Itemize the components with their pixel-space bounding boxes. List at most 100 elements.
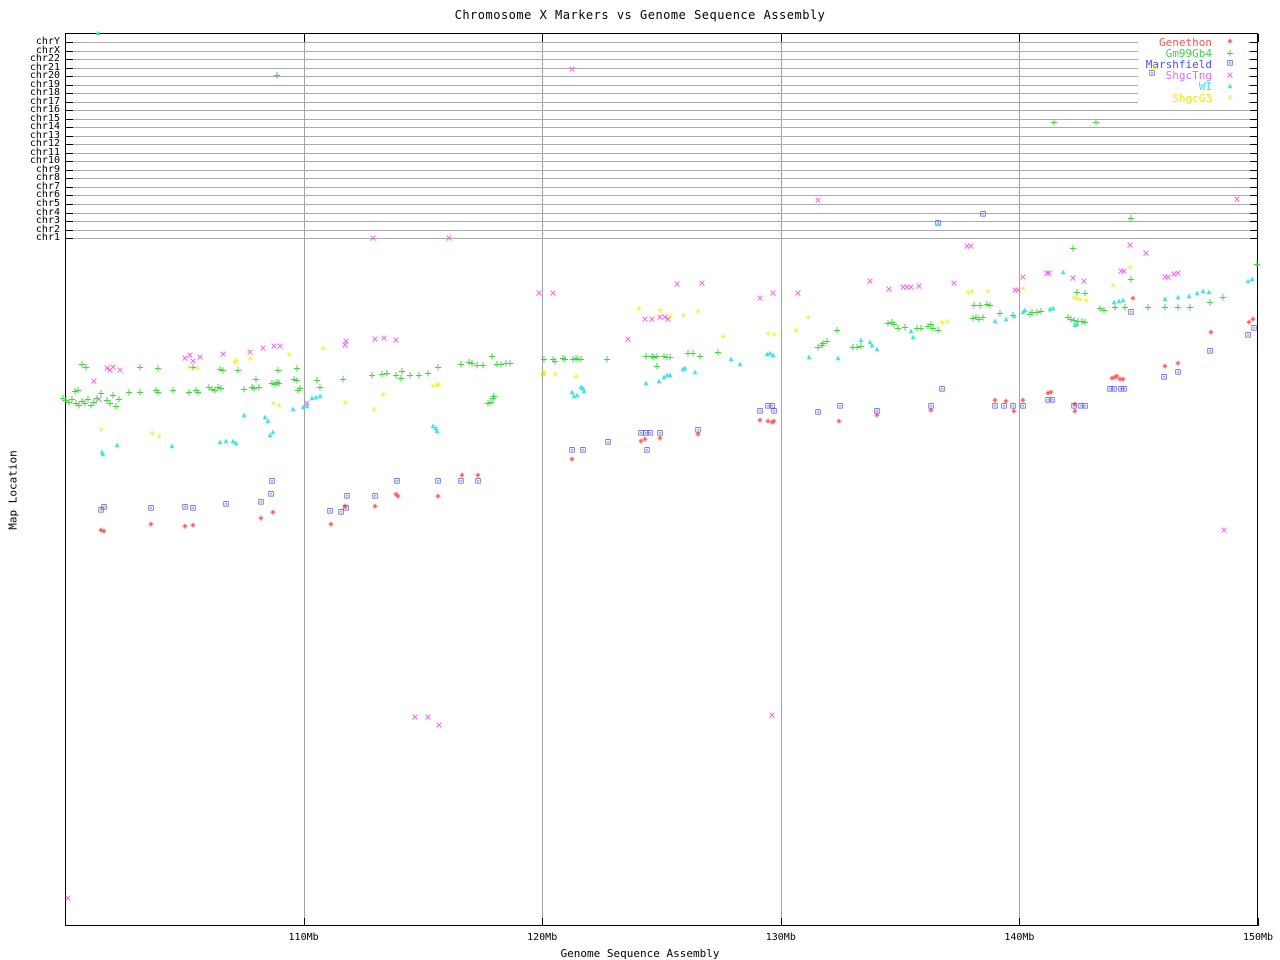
marker-marshfield-square-icon: ⊡ [837, 402, 843, 412]
x-tick-label-110mb: 110Mb [274, 932, 334, 944]
marker-marshfield-square-icon: ⊡ [148, 504, 154, 514]
marker-wi-triangle-icon: ▲ [218, 438, 223, 446]
marker-marshfield-square-icon: ⊡ [435, 477, 441, 487]
marker-wi-triangle-icon: ▲ [693, 368, 698, 376]
marker-shgctng-cross-icon: × [549, 287, 556, 299]
marker-shgctng-cross-icon: × [866, 275, 873, 287]
marker-wi-triangle-icon: ▲ [271, 428, 276, 436]
marker-gm99gb4-plus-icon: + [603, 353, 610, 365]
y-tick-left [65, 110, 73, 111]
marker-shgcg3-star-icon: ✳ [1110, 281, 1116, 291]
marker-gm99gb4-plus-icon: + [217, 382, 224, 394]
marker-shgcg3-star-icon: ✳ [342, 398, 348, 408]
marker-wi-triangle-icon: ▲ [170, 442, 175, 450]
marker-gm99gb4-plus-icon: + [1144, 301, 1151, 313]
marker-wi-triangle-icon: ▲ [738, 360, 743, 368]
y-tick-right [1250, 161, 1258, 162]
marker-wi-triangle-icon: ▲ [435, 427, 440, 435]
marker-shgcg3-star-icon: ✳ [98, 425, 104, 435]
marker-gm99gb4-plus-icon: + [1037, 305, 1044, 317]
marker-shgcg3-star-icon: ✳ [541, 368, 547, 378]
y-tick-left [65, 119, 73, 120]
y-tick-right [1250, 119, 1258, 120]
marker-wi-triangle-icon: ▲ [807, 353, 812, 361]
marker-wi-triangle-icon: ▲ [859, 336, 864, 344]
marker-shgctng-cross-icon: × [698, 277, 705, 289]
marker-marshfield-square-icon: ⊡ [695, 426, 701, 436]
marker-marshfield-square-icon: ⊡ [1049, 396, 1055, 406]
marker-shgctng-cross-icon: × [1174, 267, 1181, 279]
marker-gm99gb4-plus-icon: + [368, 369, 375, 381]
marker-gm99gb4-plus-icon: + [986, 299, 993, 311]
marker-gm99gb4-plus-icon: + [561, 353, 568, 365]
marker-gm99gb4-plus-icon: + [219, 364, 226, 376]
x-axis-title: Genome Sequence Assembly [0, 947, 1280, 960]
y-tick-left [65, 76, 73, 77]
marker-gm99gb4-plus-icon: + [293, 362, 300, 374]
marker-marshfield-square-icon: ⊡ [1161, 373, 1167, 383]
marker-gm99gb4-plus-icon: + [397, 372, 404, 384]
marker-shgctng-cross-icon: × [411, 711, 418, 723]
y-tick-right [1250, 93, 1258, 94]
marker-shgctng-cross-icon: × [380, 332, 387, 344]
marker-shgcg3-star-icon: ✳ [186, 363, 192, 373]
marker-genethon-diamond-icon: ◈ [190, 521, 195, 530]
marker-wi-triangle-icon: ▲ [291, 405, 296, 413]
marker-wi-triangle-icon: ▲ [1207, 288, 1212, 296]
y-tick-left [65, 195, 73, 196]
y-tick-left [65, 221, 73, 222]
marker-wi-triangle-icon: ▲ [1187, 292, 1192, 300]
marker-shgctng-cross-icon: × [814, 194, 821, 206]
marker-gm99gb4-plus-icon: + [255, 381, 262, 393]
marker-shgcg3-star-icon: ✳ [695, 307, 701, 317]
marker-marshfield-square-icon: ⊡ [372, 492, 378, 502]
marker-marshfield-square-icon: ⊡ [223, 500, 229, 510]
y-tick-left [65, 85, 73, 86]
marker-wi-triangle-icon: ▲ [911, 333, 916, 341]
marker-shgctng-cross-icon: × [1142, 247, 1149, 259]
marker-shgctng-cross-icon: × [64, 892, 71, 904]
marker-shgctng-cross-icon: × [915, 280, 922, 292]
marker-gm99gb4-plus-icon: + [979, 311, 986, 323]
marker-shgctng-cross-icon: × [1233, 193, 1240, 205]
marker-gm99gb4-plus-icon: + [1069, 242, 1076, 254]
x-tick-top [1258, 34, 1259, 42]
legend-symbol-cross-icon: × [1226, 69, 1233, 81]
marker-wi-triangle-icon: ▲ [683, 364, 688, 372]
marker-wi-triangle-icon: ▲ [1195, 289, 1200, 297]
marker-shgctng-cross-icon: × [196, 351, 203, 363]
marker-wi-triangle-icon: ▲ [1176, 293, 1181, 301]
marker-gm99gb4-plus-icon: + [406, 369, 413, 381]
y-tick-right [1250, 110, 1258, 111]
marker-shgcg3-star-icon: ✳ [435, 380, 441, 390]
marker-wi-triangle-icon: ▲ [836, 354, 841, 362]
marker-wi-triangle-icon: ▲ [771, 351, 776, 359]
y-tick-right [1250, 187, 1258, 188]
marker-genethon-diamond-icon: ◈ [101, 527, 106, 536]
marker-shgctng-cross-icon: × [445, 232, 452, 244]
marker-shgctng-cross-icon: × [1080, 275, 1087, 287]
y-tick-left [65, 204, 73, 205]
marker-shgcg3-star-icon: ✳ [194, 364, 200, 374]
marker-marshfield-square-icon: ⊡ [1128, 308, 1134, 318]
marker-gm99gb4-plus-icon: + [125, 386, 132, 398]
marker-gm99gb4-plus-icon: + [901, 321, 908, 333]
marker-shgcg3-star-icon: ✳ [320, 344, 326, 354]
marker-shgcg3-star-icon: ✳ [680, 311, 686, 321]
y-tick-right [1250, 76, 1258, 77]
marker-shgctng-cross-icon: × [259, 342, 266, 354]
marker-shgctng-cross-icon: × [950, 277, 957, 289]
marker-shgctng-cross-icon: × [624, 333, 631, 345]
marker-shgcg3-star-icon: ✳ [286, 350, 292, 360]
y-tick-right [1250, 144, 1258, 145]
x-tick-bottom [542, 918, 543, 926]
marker-shgctng-cross-icon: × [885, 283, 892, 295]
y-tick-left [65, 127, 73, 128]
y-tick-right [1250, 127, 1258, 128]
marker-gm99gb4-plus-icon: + [1127, 212, 1134, 224]
plot-frame [65, 33, 1258, 926]
marker-marshfield-square-icon: ⊡ [569, 446, 575, 456]
y-tick-right [1250, 178, 1258, 179]
marker-shgcg3-star-icon: ✳ [156, 432, 162, 442]
marker-gm99gb4-plus-icon: + [296, 382, 303, 394]
